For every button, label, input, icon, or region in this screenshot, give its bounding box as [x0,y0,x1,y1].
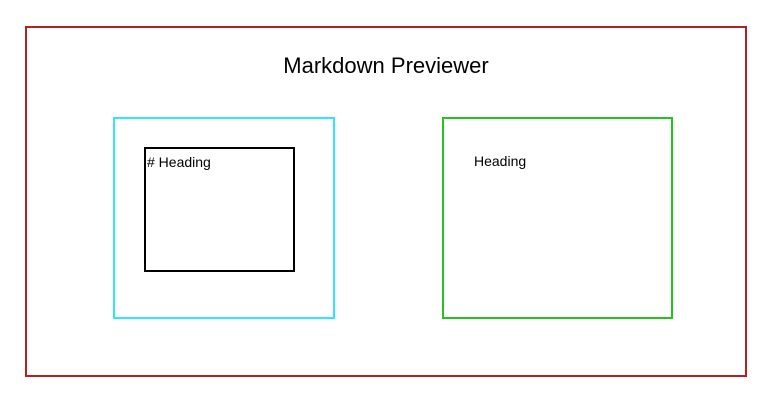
app-title: Markdown Previewer [283,53,489,78]
markdown-editor-input[interactable]: # Heading [144,147,295,272]
editor-panel: # Heading [113,117,335,319]
preview-panel: Heading [442,117,673,319]
preview-heading: Heading [474,153,527,169]
app-container: Markdown Previewer # Heading Heading [25,26,747,377]
